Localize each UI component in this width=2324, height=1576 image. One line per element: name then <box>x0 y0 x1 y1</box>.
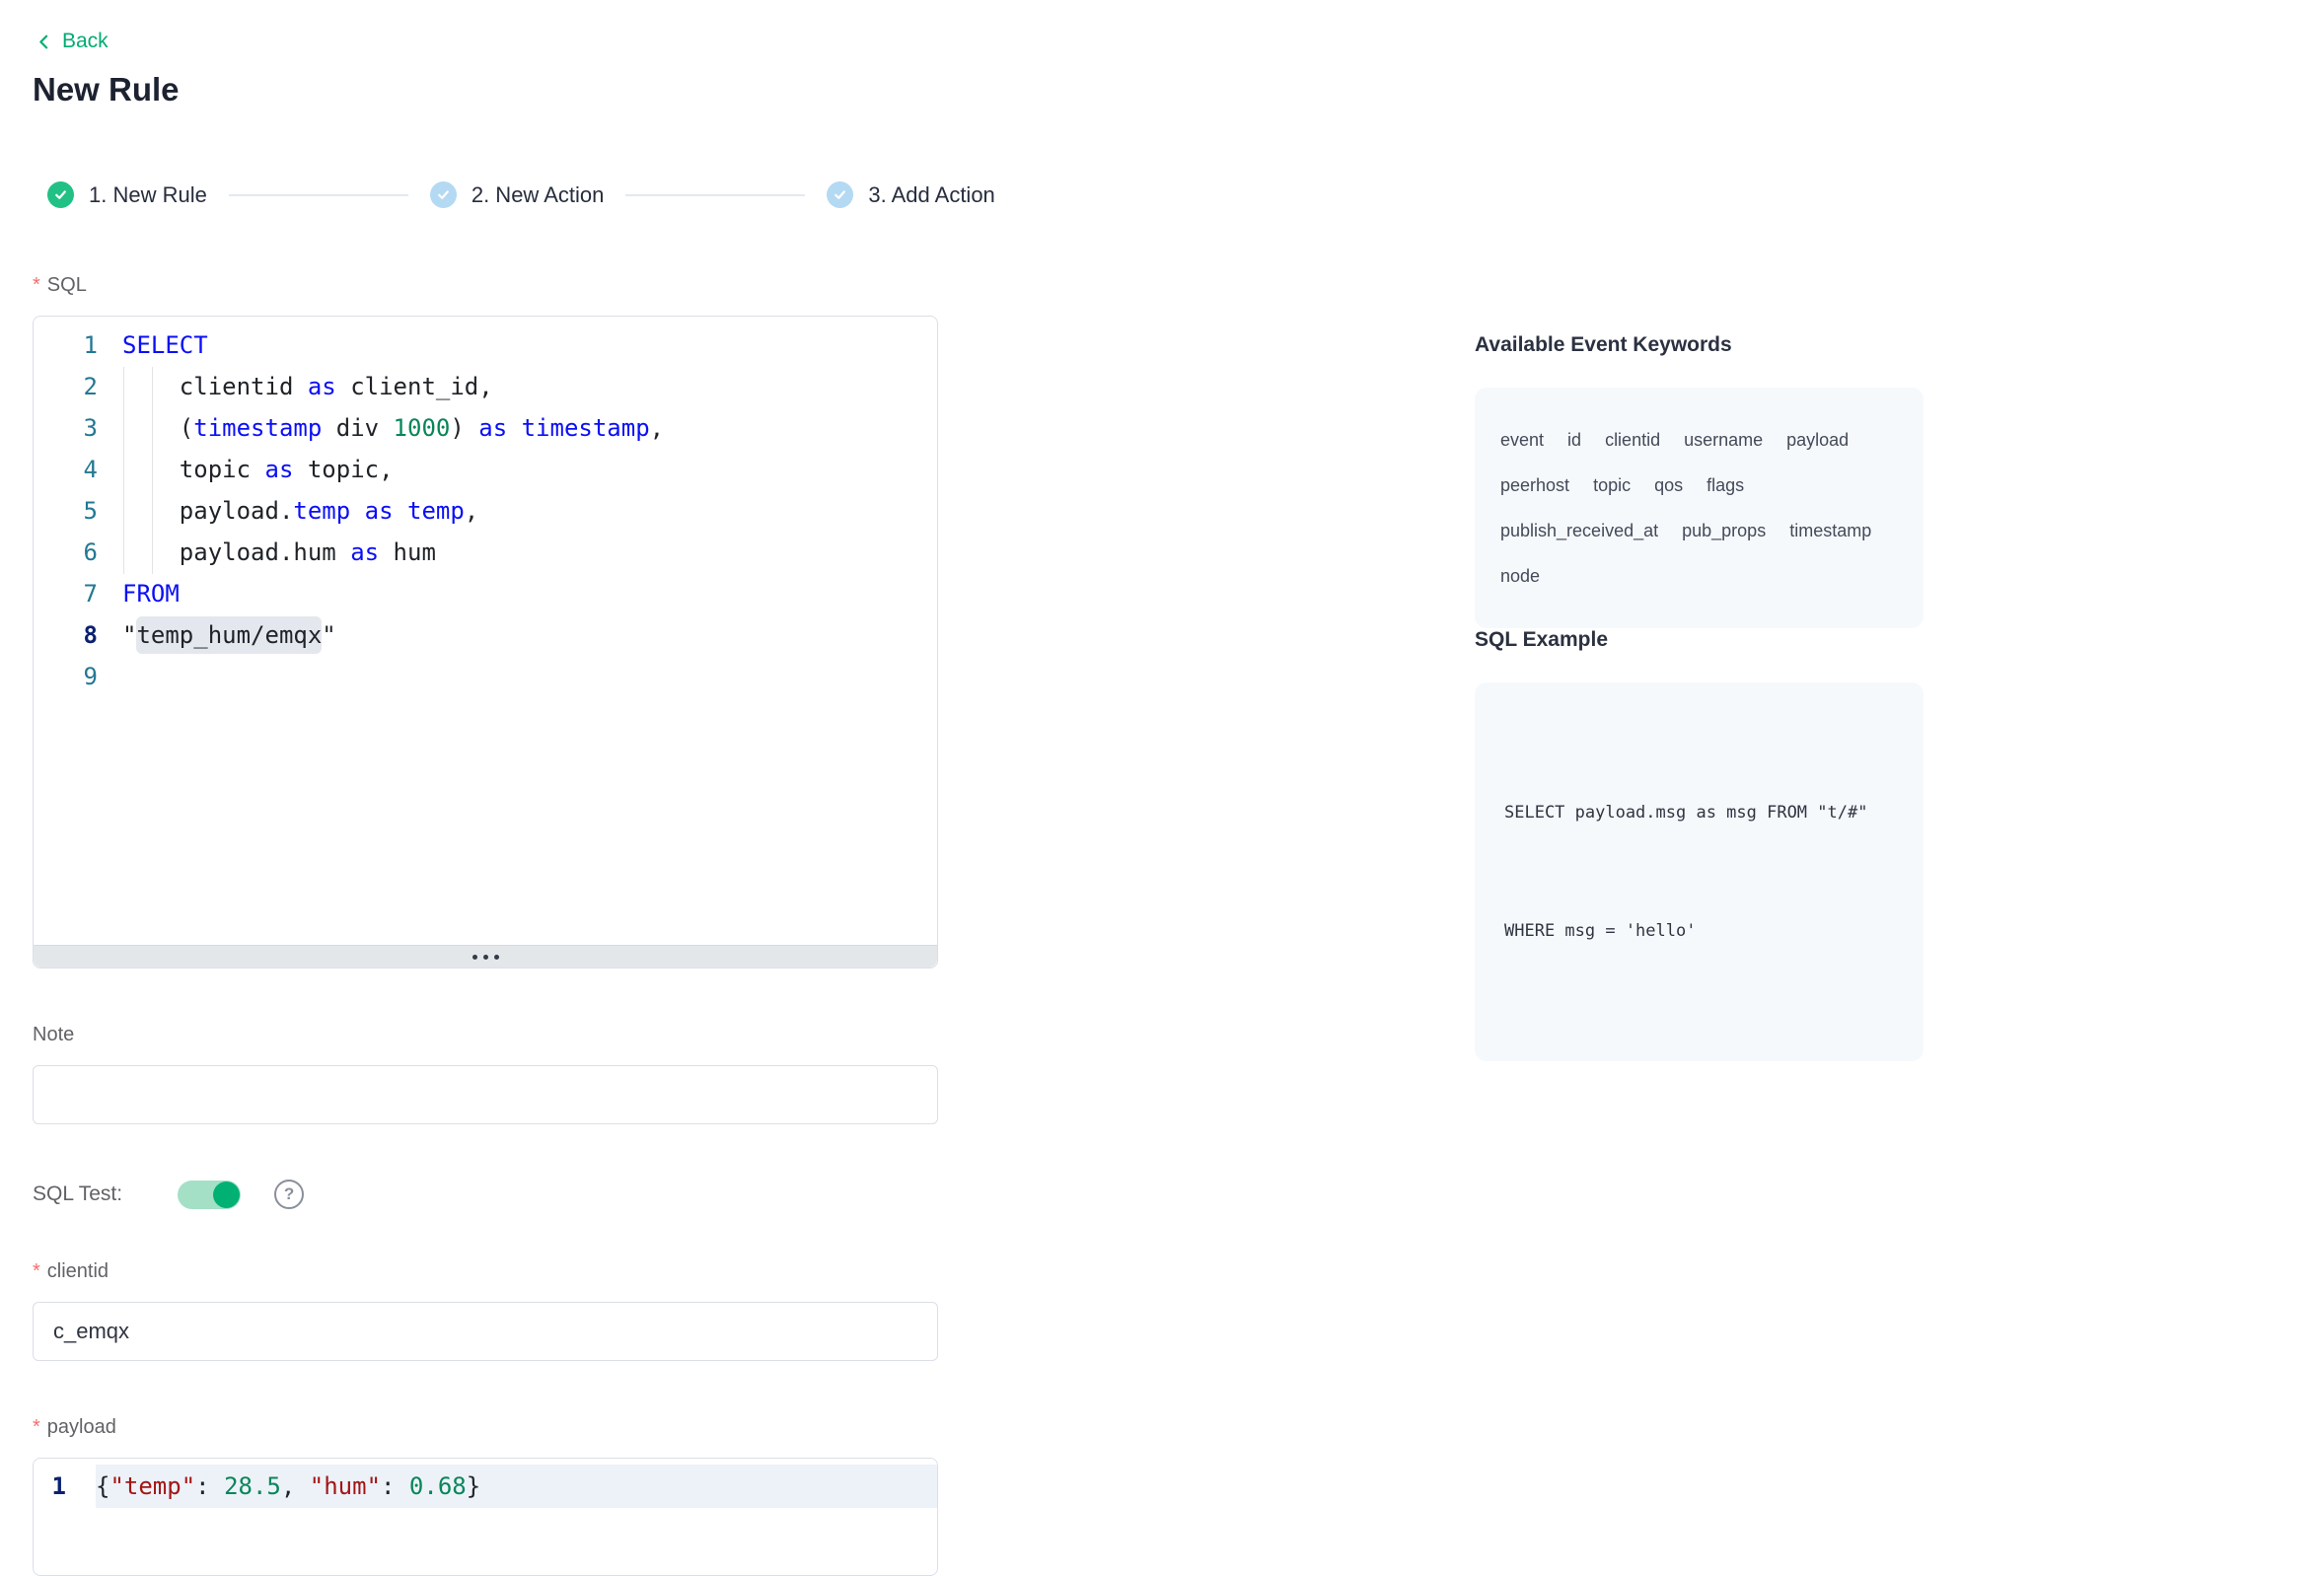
sql-test-label: SQL Test: <box>33 1182 122 1206</box>
line-number: 7 <box>34 573 98 614</box>
code-text: SELECT <box>98 324 208 366</box>
event-keyword: clientid <box>1605 417 1660 463</box>
line-number: 1 <box>34 324 98 366</box>
step-connector <box>229 194 408 196</box>
code-text: {"temp": 28.5, "hum": 0.68} <box>96 1465 937 1508</box>
help-panel: Available Event Keywords eventid clientid… <box>1475 333 1924 1061</box>
payload-code-area[interactable]: 1 {"temp": 28.5, "hum": 0.68} <box>34 1459 937 1508</box>
line-number: 1 <box>34 1465 66 1508</box>
rule-form: * SQL 1SELECT2 clientid as client_id,3 (… <box>33 272 938 1576</box>
step-2-new-action: 2. New Action <box>430 181 605 208</box>
clientid-field-label: * clientid <box>33 1258 938 1284</box>
clientid-input[interactable] <box>33 1302 938 1361</box>
code-text: payload.hum as hum <box>98 532 436 573</box>
event-keyword: topic <box>1593 463 1631 508</box>
event-keyword: timestamp <box>1789 508 1871 553</box>
sql-field-label: * SQL <box>33 272 938 298</box>
step-label: 3. Add Action <box>868 182 994 208</box>
check-circle-icon <box>430 181 457 208</box>
code-text: FROM <box>98 573 180 614</box>
code-text: payload.temp as temp, <box>98 490 478 532</box>
required-asterisk: * <box>33 1260 40 1283</box>
code-text: "temp_hum/emqx" <box>98 614 336 656</box>
sql-test-row: SQL Test: ? <box>33 1180 938 1209</box>
payload-label-text: payload <box>47 1416 116 1439</box>
line-number: 9 <box>34 656 98 697</box>
code-line: 2 clientid as client_id, <box>34 366 937 407</box>
page-title: New Rule <box>33 71 180 108</box>
line-number: 6 <box>34 532 98 573</box>
step-3-add-action: 3. Add Action <box>827 181 994 208</box>
required-asterisk: * <box>33 274 40 297</box>
keyword-row: peerhost topic qos flags <box>1500 463 1898 508</box>
code-line: 6 payload.hum as hum <box>34 532 937 573</box>
line-number: 5 <box>34 490 98 532</box>
code-line: 3 (timestamp div 1000) as timestamp, <box>34 407 937 449</box>
check-circle-icon <box>47 181 74 208</box>
steps-bar: 1. New Rule 2. New Action 3. Add Action <box>47 181 995 208</box>
code-text: clientid as client_id, <box>98 366 493 407</box>
drag-dots-icon <box>472 955 499 960</box>
payload-field-label: * payload <box>33 1414 938 1440</box>
code-line: 9 <box>34 656 937 697</box>
code-text: topic as topic, <box>98 449 394 490</box>
code-line: 1SELECT <box>34 324 937 366</box>
sql-code-area[interactable]: 1SELECT2 clientid as client_id,3 (timest… <box>34 317 937 945</box>
keyword-row: node <box>1500 553 1898 599</box>
step-connector <box>625 194 805 196</box>
sql-example-title: SQL Example <box>1475 628 1924 656</box>
keywords-panel-title: Available Event Keywords <box>1475 333 1924 361</box>
code-text <box>98 656 122 697</box>
sql-label-text: SQL <box>47 274 87 297</box>
code-line: 4 topic as topic, <box>34 449 937 490</box>
step-1-new-rule: 1. New Rule <box>47 181 207 208</box>
sql-example-line: WHERE msg = 'hello' <box>1504 911 1894 951</box>
required-asterisk: * <box>33 1416 40 1439</box>
event-keyword: event <box>1500 417 1544 463</box>
back-link[interactable]: Back <box>36 30 109 53</box>
sql-example-box: SELECT payload.msg as msg FROM "t/#" WHE… <box>1475 682 1924 1061</box>
indent-guide <box>123 367 124 574</box>
help-icon[interactable]: ? <box>274 1180 304 1209</box>
step-label: 2. New Action <box>472 182 605 208</box>
chevron-left-icon <box>36 34 52 50</box>
code-line: 7FROM <box>34 573 937 614</box>
event-keywords-box: eventid clientid username payload peerhost to… <box>1475 388 1924 628</box>
event-keyword: publish_received_at <box>1500 508 1658 553</box>
code-text: (timestamp div 1000) as timestamp, <box>98 407 664 449</box>
event-keyword: pub_props <box>1682 508 1766 553</box>
event-keyword: id <box>1567 417 1581 463</box>
event-keyword: qos <box>1654 463 1683 508</box>
back-label: Back <box>62 30 109 53</box>
event-keyword: node <box>1500 553 1540 599</box>
step-label: 1. New Rule <box>89 182 207 208</box>
event-keyword: flags <box>1707 463 1744 508</box>
check-circle-icon <box>827 181 853 208</box>
event-keyword: peerhost <box>1500 463 1569 508</box>
code-line: 1 {"temp": 28.5, "hum": 0.68} <box>34 1465 937 1508</box>
code-line: 8"temp_hum/emqx" <box>34 614 937 656</box>
toggle-knob <box>213 1182 240 1208</box>
note-input[interactable] <box>33 1065 938 1124</box>
keyword-row: eventid clientid username payload <box>1500 417 1898 463</box>
line-number: 2 <box>34 366 98 407</box>
line-number: 3 <box>34 407 98 449</box>
note-field-label: Note <box>33 1022 938 1047</box>
sql-test-toggle[interactable] <box>178 1181 241 1209</box>
sql-example-line: SELECT payload.msg as msg FROM "t/#" <box>1504 793 1894 832</box>
event-keyword: payload <box>1786 417 1849 463</box>
note-label-text: Note <box>33 1024 74 1046</box>
line-number: 8 <box>34 614 98 656</box>
line-number: 4 <box>34 449 98 490</box>
indent-guide <box>152 367 153 574</box>
keyword-row: publish_received_at pub_props timestamp <box>1500 508 1898 553</box>
event-keyword: username <box>1684 417 1763 463</box>
code-line: 5 payload.temp as temp, <box>34 490 937 532</box>
editor-resize-handle[interactable] <box>34 945 937 967</box>
sql-editor[interactable]: 1SELECT2 clientid as client_id,3 (timest… <box>33 316 938 968</box>
payload-editor[interactable]: 1 {"temp": 28.5, "hum": 0.68} <box>33 1458 938 1576</box>
clientid-label-text: clientid <box>47 1260 109 1283</box>
